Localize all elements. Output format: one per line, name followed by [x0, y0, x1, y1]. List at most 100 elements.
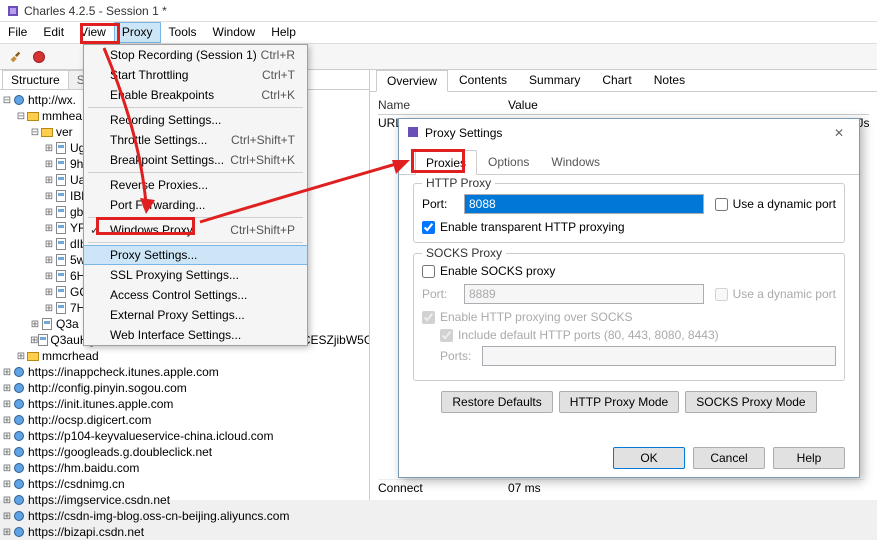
menu-item[interactable]: Proxy Settings...	[84, 245, 307, 265]
tree-host[interactable]: ⊞https://imgservice.csdn.net	[0, 492, 369, 508]
expand-icon[interactable]: ⊞	[2, 495, 12, 506]
http-mode-button[interactable]: HTTP Proxy Mode	[559, 391, 679, 413]
tree-host[interactable]: ⊞https://bizapi.csdn.net	[0, 524, 369, 540]
tree-host[interactable]: ⊞https://p104-keyvalueservice-china.iclo…	[0, 428, 369, 444]
expand-icon[interactable]: ⊟	[16, 111, 26, 122]
tree-host[interactable]: ⊞http://config.pinyin.sogou.com	[0, 380, 369, 396]
tree-host[interactable]: ⊞ https://inappcheck.itunes.apple.com	[0, 364, 369, 380]
restore-defaults-button[interactable]: Restore Defaults	[441, 391, 552, 413]
expand-icon[interactable]: ⊞	[2, 367, 12, 378]
tab-overview[interactable]: Overview	[376, 70, 448, 92]
help-button[interactable]: Help	[773, 447, 845, 469]
dialog-titlebar[interactable]: Proxy Settings ✕	[399, 119, 859, 147]
expand-icon[interactable]: ⊞	[2, 511, 12, 522]
folder-icon	[26, 110, 40, 122]
globe-icon	[12, 478, 26, 490]
dialog-tab-windows[interactable]: Windows	[540, 149, 611, 174]
tree-label: http://wx.	[28, 93, 76, 107]
globe-icon	[12, 446, 26, 458]
expand-icon[interactable]: ⊞	[2, 399, 12, 410]
socks-proxy-group: SOCKS Proxy Enable SOCKS proxy Port: Use…	[413, 253, 845, 381]
http-port-input[interactable]	[464, 194, 704, 214]
expand-icon[interactable]: ⊞	[2, 431, 12, 442]
tree-label: Q3a	[56, 317, 79, 331]
globe-icon	[12, 382, 26, 394]
expand-icon[interactable]: ⊞	[44, 271, 54, 282]
close-icon[interactable]: ✕	[819, 126, 859, 140]
expand-icon[interactable]: ⊞	[16, 351, 26, 362]
tab-summary[interactable]: Summary	[518, 70, 591, 91]
expand-icon[interactable]: ⊞	[2, 415, 12, 426]
expand-icon[interactable]: ⊞	[44, 143, 54, 154]
expand-icon[interactable]: ⊞	[44, 255, 54, 266]
socks-mode-button[interactable]: SOCKS Proxy Mode	[685, 391, 816, 413]
menu-item[interactable]: SSL Proxying Settings...	[84, 265, 307, 285]
menubar: File Edit View Proxy Tools Window Help	[0, 22, 877, 44]
expand-icon[interactable]: ⊞	[2, 479, 12, 490]
expand-icon[interactable]: ⊞	[44, 223, 54, 234]
menu-item-label: SSL Proxying Settings...	[110, 268, 239, 282]
tool-record-icon[interactable]	[28, 46, 50, 68]
expand-icon[interactable]: ⊞	[30, 335, 38, 346]
dialog-mode-buttons: Restore Defaults HTTP Proxy Mode SOCKS P…	[413, 391, 845, 413]
expand-icon[interactable]: ⊟	[30, 127, 40, 138]
tab-contents[interactable]: Contents	[448, 70, 518, 91]
socks-ports-label: Ports:	[440, 349, 476, 363]
tree-host[interactable]: ⊞ http://ocsp.digicert.com	[0, 412, 369, 428]
menu-tools[interactable]: Tools	[161, 22, 205, 43]
menu-proxy[interactable]: Proxy	[114, 22, 161, 43]
expand-icon[interactable]: ⊞	[44, 175, 54, 186]
tree-label: http://ocsp.digicert.com	[28, 413, 151, 427]
http-dynamic-checkbox[interactable]	[715, 198, 728, 211]
globe-icon	[12, 414, 26, 426]
menu-item[interactable]: Access Control Settings...	[84, 285, 307, 305]
tree-label: https://inappcheck.itunes.apple.com	[28, 365, 219, 379]
tree-host[interactable]: ⊞https://csdnimg.cn	[0, 476, 369, 492]
tree-label: https://hm.baidu.com	[28, 461, 139, 475]
ok-button[interactable]: OK	[613, 447, 685, 469]
expand-icon[interactable]: ⊞	[44, 239, 54, 250]
tab-structure[interactable]: Structure	[2, 70, 69, 89]
file-icon	[54, 222, 68, 234]
expand-icon[interactable]: ⊞	[44, 287, 54, 298]
tab-chart[interactable]: Chart	[591, 70, 642, 91]
menu-edit[interactable]: Edit	[35, 22, 72, 43]
menu-item[interactable]: Web Interface Settings...	[84, 325, 307, 345]
menu-item[interactable]: External Proxy Settings...	[84, 305, 307, 325]
dialog-icon	[407, 126, 419, 141]
http-transparent-checkbox[interactable]	[422, 221, 435, 234]
http-port-label: Port:	[422, 197, 458, 211]
window-title: Charles 4.2.5 - Session 1 *	[24, 4, 167, 18]
tree-host[interactable]: ⊞ https://hm.baidu.com	[0, 460, 369, 476]
tree-host[interactable]: ⊞https://googleads.g.doubleclick.net	[0, 444, 369, 460]
tab-notes[interactable]: Notes	[643, 70, 696, 91]
col-value-header: Value	[508, 98, 538, 112]
expand-icon[interactable]: ⊞	[2, 447, 12, 458]
tree-folder[interactable]: ⊞mmcrhead	[0, 348, 369, 364]
expand-icon[interactable]: ⊞	[2, 383, 12, 394]
tool-broom-icon[interactable]	[4, 46, 26, 68]
expand-icon[interactable]: ⊟	[2, 95, 12, 106]
menu-window[interactable]: Window	[205, 22, 264, 43]
expand-icon[interactable]: ⊞	[2, 527, 12, 538]
tree-host[interactable]: ⊞https://csdn-img-blog.oss-cn-beijing.al…	[0, 508, 369, 524]
cancel-button[interactable]: Cancel	[693, 447, 765, 469]
socks-ports-input	[482, 346, 836, 366]
file-icon	[54, 158, 68, 170]
dialog-title: Proxy Settings	[425, 126, 502, 140]
expand-icon[interactable]: ⊞	[44, 159, 54, 170]
expand-icon[interactable]: ⊞	[44, 207, 54, 218]
file-icon	[54, 190, 68, 202]
tree-host[interactable]: ⊞https://init.itunes.apple.com	[0, 396, 369, 412]
expand-icon[interactable]: ⊞	[2, 463, 12, 474]
expand-icon[interactable]: ⊞	[44, 303, 54, 314]
menu-help[interactable]: Help	[263, 22, 304, 43]
file-icon	[54, 302, 68, 314]
expand-icon[interactable]: ⊞	[30, 319, 40, 330]
right-tabs: Overview Contents Summary Chart Notes	[370, 70, 877, 92]
menu-file[interactable]: File	[0, 22, 35, 43]
expand-icon[interactable]: ⊞	[44, 191, 54, 202]
socks-enable-checkbox[interactable]	[422, 265, 435, 278]
socks-port-input	[464, 284, 704, 304]
dialog-tab-options[interactable]: Options	[477, 149, 540, 174]
